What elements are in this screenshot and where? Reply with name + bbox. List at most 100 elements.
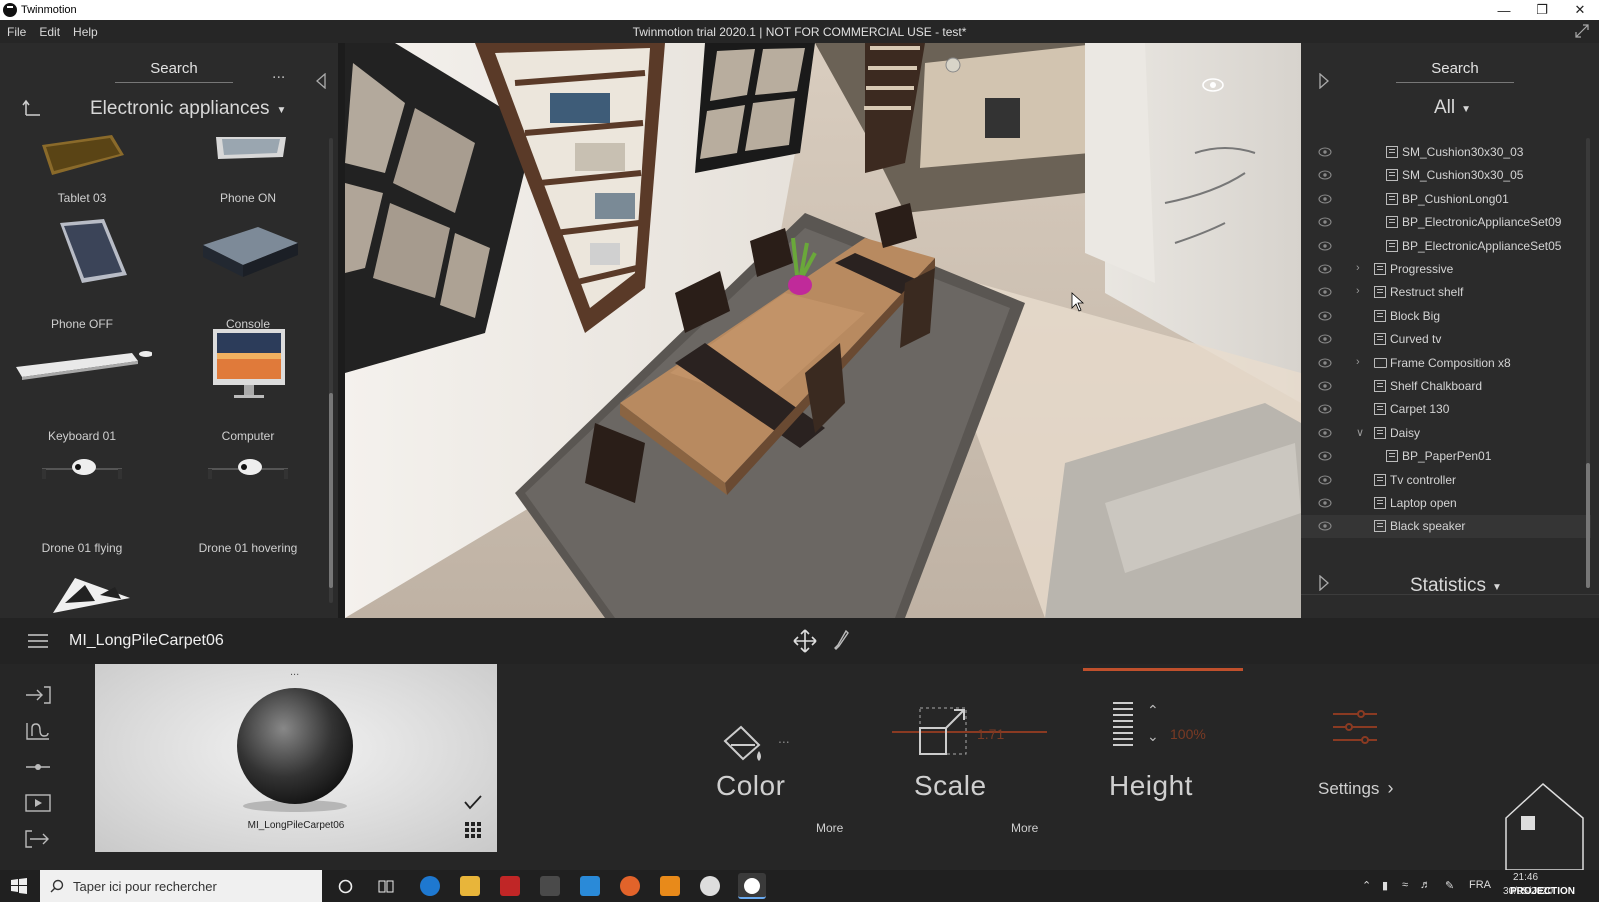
scene-tree-scrollbar[interactable]: [1586, 463, 1590, 588]
media-icon[interactable]: [24, 792, 52, 814]
export-icon[interactable]: [24, 828, 52, 850]
cortana-icon[interactable]: [338, 879, 353, 894]
taskbar-search-input[interactable]: Taper ici pour rechercher: [40, 870, 322, 902]
scale-label[interactable]: Scale: [914, 770, 987, 802]
scene-tree-row[interactable]: BP_ElectronicApplianceSet05: [1301, 235, 1591, 258]
visibility-eye-icon[interactable]: [1318, 334, 1332, 344]
move-icon[interactable]: [793, 629, 817, 653]
file-explorer-icon[interactable]: [460, 876, 480, 896]
visibility-eye-icon[interactable]: [1318, 404, 1332, 414]
collapse-right-panel-icon[interactable]: [1318, 73, 1330, 89]
fullscreen-icon[interactable]: [1575, 24, 1589, 38]
app-red-icon[interactable]: [500, 876, 520, 896]
category-dropdown[interactable]: Electronic appliances ▼: [90, 98, 286, 120]
battery-icon[interactable]: ▮: [1382, 879, 1388, 892]
scene-tree-row[interactable]: › Restruct shelf: [1301, 281, 1591, 304]
height-label[interactable]: Height: [1109, 770, 1193, 802]
expand-right-icon[interactable]: ›: [1356, 356, 1360, 368]
expand-statistics-icon[interactable]: [1318, 575, 1330, 591]
visibility-eye-icon[interactable]: [1318, 287, 1332, 297]
scene-tree-row[interactable]: SM_Cushion30x30_05: [1301, 164, 1591, 187]
slider-tool-icon[interactable]: [24, 756, 52, 778]
height-bars-icon[interactable]: [1112, 700, 1134, 750]
visibility-eye-icon[interactable]: [1318, 428, 1332, 438]
volume-icon[interactable]: ♬: [1420, 879, 1431, 891]
back-arrow-icon[interactable]: [22, 99, 42, 119]
scale-slider[interactable]: [892, 731, 1047, 733]
color-bucket-icon[interactable]: [717, 721, 767, 771]
more-button-1[interactable]: More: [816, 821, 843, 835]
scene-tree-row[interactable]: Black speaker: [1301, 515, 1591, 539]
scene-tree-row[interactable]: Laptop open: [1301, 492, 1591, 515]
eyedropper-icon[interactable]: [832, 629, 850, 653]
visibility-eye-icon[interactable]: [1318, 241, 1332, 251]
scale-value[interactable]: 1.71: [977, 726, 1004, 742]
scene-tree-row[interactable]: Carpet 130: [1301, 398, 1591, 421]
library-item-keyboard[interactable]: Keyboard 01: [7, 327, 157, 443]
visibility-eye-icon[interactable]: [1318, 170, 1332, 180]
scene-search-input[interactable]: Search: [1396, 60, 1514, 77]
scene-tree-row[interactable]: Block Big: [1301, 305, 1591, 328]
library-item-partial-icon[interactable]: [45, 573, 135, 618]
visibility-eye-icon[interactable]: [1318, 381, 1332, 391]
close-button[interactable]: ✕: [1561, 0, 1599, 20]
collapse-left-panel-icon[interactable]: [315, 73, 327, 89]
scene-tree-row[interactable]: BP_PaperPen01: [1301, 445, 1591, 468]
library-item-phone-off[interactable]: Phone OFF: [7, 215, 157, 331]
twinmotion-taskbar-icon[interactable]: [738, 873, 766, 899]
vlc-icon[interactable]: [660, 876, 680, 896]
color-label[interactable]: Color: [716, 770, 785, 802]
scene-tree-row[interactable]: › Progressive: [1301, 258, 1591, 281]
library-more-button[interactable]: ...: [272, 65, 285, 83]
hamburger-menu-icon[interactable]: [27, 633, 49, 649]
height-down-icon[interactable]: ⌄: [1147, 728, 1159, 745]
grid-view-icon[interactable]: [465, 822, 481, 838]
statistics-dropdown[interactable]: Statistics ▼: [1410, 575, 1502, 597]
app-circle-icon[interactable]: [700, 876, 720, 896]
menu-file[interactable]: File: [0, 25, 32, 39]
wifi-icon[interactable]: ≈: [1402, 879, 1408, 891]
expand-down-icon[interactable]: ∨: [1356, 426, 1364, 439]
store-icon[interactable]: [540, 876, 560, 896]
menu-help[interactable]: Help: [66, 25, 104, 39]
scene-tree-row[interactable]: ∨ Daisy: [1301, 422, 1591, 445]
preview-more-button[interactable]: ...: [290, 666, 299, 678]
visibility-eye-icon[interactable]: [1318, 311, 1332, 321]
visibility-eye-icon[interactable]: [1318, 147, 1332, 157]
settings-button[interactable]: Settings ›: [1318, 778, 1393, 799]
scene-tree-row[interactable]: Curved tv: [1301, 328, 1591, 351]
visibility-eye-icon[interactable]: [1318, 451, 1332, 461]
restore-button[interactable]: ❐: [1523, 0, 1561, 20]
visibility-eye-icon[interactable]: [1318, 498, 1332, 508]
library-item-computer[interactable]: Computer: [173, 327, 323, 443]
scene-tree-row[interactable]: BP_CushionLong01: [1301, 188, 1591, 211]
import-icon[interactable]: [24, 684, 52, 706]
edge-icon[interactable]: [420, 876, 440, 896]
language-indicator[interactable]: FRA: [1469, 879, 1491, 891]
height-value[interactable]: 100%: [1170, 726, 1206, 742]
library-item-drone-flying[interactable]: Drone 01 flying: [7, 439, 157, 555]
scene-tree-row[interactable]: BP_ElectronicApplianceSet09: [1301, 211, 1591, 234]
library-item-console[interactable]: Console: [173, 215, 323, 331]
library-item-drone-hovering[interactable]: Drone 01 hovering: [173, 439, 323, 555]
firefox-icon[interactable]: [620, 876, 640, 896]
mail-icon[interactable]: [580, 876, 600, 896]
scene-filter-dropdown[interactable]: All ▼: [1434, 97, 1471, 119]
settings-sliders-icon[interactable]: [1331, 710, 1379, 744]
scale-icon[interactable]: [918, 706, 968, 756]
visibility-eye-icon[interactable]: [1318, 475, 1332, 485]
task-view-icon[interactable]: [378, 879, 394, 894]
library-scrollbar[interactable]: [329, 393, 333, 588]
height-up-icon[interactable]: ⌃: [1147, 702, 1159, 719]
menu-edit[interactable]: Edit: [32, 25, 66, 39]
checkmark-icon[interactable]: [463, 794, 483, 810]
curve-icon[interactable]: [24, 720, 52, 742]
visibility-eye-icon[interactable]: [1318, 521, 1332, 531]
scene-tree-row[interactable]: SM_Cushion30x30_03: [1301, 141, 1591, 164]
expand-right-icon[interactable]: ›: [1356, 285, 1360, 297]
height-slider[interactable]: [1083, 668, 1243, 671]
library-search-input[interactable]: Search: [115, 60, 233, 77]
pen-icon[interactable]: ✎: [1445, 879, 1454, 892]
scene-tree-row[interactable]: Shelf Chalkboard: [1301, 375, 1591, 398]
clock-time[interactable]: 21:46: [1513, 872, 1538, 883]
